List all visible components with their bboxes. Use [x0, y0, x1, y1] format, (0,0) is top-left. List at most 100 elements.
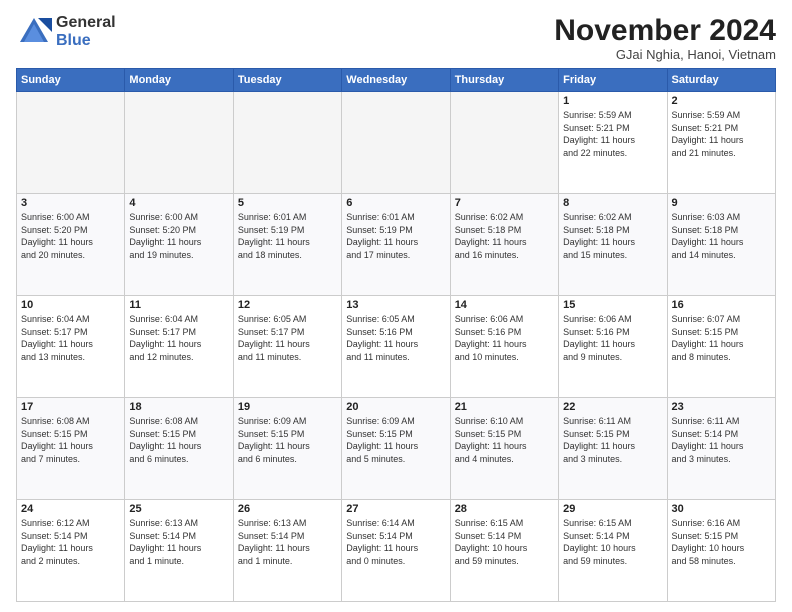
calendar-cell: [233, 92, 341, 194]
day-number: 14: [455, 299, 554, 311]
header-wednesday: Wednesday: [342, 69, 450, 92]
calendar-cell: 4 Sunrise: 6:00 AMSunset: 5:20 PMDaylight…: [125, 194, 233, 296]
calendar-header-row: Sunday Monday Tuesday Wednesday Thursday…: [17, 69, 776, 92]
logo-icon: [16, 14, 52, 50]
calendar-week-2: 3 Sunrise: 6:00 AMSunset: 5:20 PMDaylight…: [17, 194, 776, 296]
calendar-cell: 11 Sunrise: 6:04 AMSunset: 5:17 PMDayligh…: [125, 296, 233, 398]
day-number: 29: [563, 503, 662, 515]
calendar-cell: 23Sunrise: 6:11 AMSunset: 5:14 PMDayligh…: [667, 398, 775, 500]
day-info: Sunrise: 6:12 AMSunset: 5:14 PMDaylight:…: [21, 517, 120, 567]
header: General Blue November 2024 GJai Nghia, H…: [16, 14, 776, 62]
calendar-cell: 27 Sunrise: 6:14 AMSunset: 5:14 PMDayligh…: [342, 500, 450, 602]
calendar-cell: 17 Sunrise: 6:08 AMSunset: 5:15 PMDayligh…: [17, 398, 125, 500]
day-info: Sunrise: 6:05 AMSunset: 5:16 PMDaylight:…: [346, 313, 445, 363]
header-tuesday: Tuesday: [233, 69, 341, 92]
day-info: Sunrise: 6:04 AMSunset: 5:17 PMDaylight:…: [21, 313, 120, 363]
header-monday: Monday: [125, 69, 233, 92]
day-info: Sunrise: 6:07 AMSunset: 5:15 PMDaylight:…: [672, 313, 771, 363]
calendar-week-4: 17 Sunrise: 6:08 AMSunset: 5:15 PMDayligh…: [17, 398, 776, 500]
day-info: Sunrise: 6:08 AMSunset: 5:15 PMDaylight:…: [21, 415, 120, 465]
day-info: Sunrise: 6:00 AMSunset: 5:20 PMDaylight:…: [21, 211, 120, 261]
calendar-cell: 6 Sunrise: 6:01 AMSunset: 5:19 PMDaylight…: [342, 194, 450, 296]
day-number: 8: [563, 197, 662, 209]
calendar-cell: 12 Sunrise: 6:05 AMSunset: 5:17 PMDayligh…: [233, 296, 341, 398]
day-info: Sunrise: 6:06 AMSunset: 5:16 PMDaylight:…: [455, 313, 554, 363]
day-info: Sunrise: 6:03 AMSunset: 5:18 PMDaylight:…: [672, 211, 771, 261]
calendar-cell: 2 Sunrise: 5:59 AMSunset: 5:21 PMDaylight…: [667, 92, 775, 194]
day-info: Sunrise: 6:09 AMSunset: 5:15 PMDaylight:…: [346, 415, 445, 465]
day-number: 22: [563, 401, 662, 413]
day-number: 2: [672, 95, 771, 107]
day-info: Sunrise: 6:01 AMSunset: 5:19 PMDaylight:…: [346, 211, 445, 261]
day-number: 26: [238, 503, 337, 515]
day-info: Sunrise: 6:15 AMSunset: 5:14 PMDaylight:…: [455, 517, 554, 567]
day-number: 30: [672, 503, 771, 515]
calendar-cell: [125, 92, 233, 194]
calendar-cell: 5Sunrise: 6:01 AMSunset: 5:19 PMDaylight…: [233, 194, 341, 296]
day-info: Sunrise: 6:10 AMSunset: 5:15 PMDaylight:…: [455, 415, 554, 465]
calendar-week-5: 24Sunrise: 6:12 AMSunset: 5:14 PMDayligh…: [17, 500, 776, 602]
calendar-cell: 10Sunrise: 6:04 AMSunset: 5:17 PMDayligh…: [17, 296, 125, 398]
calendar-cell: 13 Sunrise: 6:05 AMSunset: 5:16 PMDayligh…: [342, 296, 450, 398]
logo-blue: Blue: [56, 32, 116, 50]
calendar-cell: [450, 92, 558, 194]
calendar-week-1: 1Sunrise: 5:59 AMSunset: 5:21 PMDaylight…: [17, 92, 776, 194]
calendar-cell: [17, 92, 125, 194]
logo-general: General: [56, 14, 116, 32]
calendar-cell: 14 Sunrise: 6:06 AMSunset: 5:16 PMDayligh…: [450, 296, 558, 398]
day-number: 21: [455, 401, 554, 413]
day-info: Sunrise: 6:04 AMSunset: 5:17 PMDaylight:…: [129, 313, 228, 363]
day-info: Sunrise: 6:02 AMSunset: 5:18 PMDaylight:…: [455, 211, 554, 261]
day-number: 6: [346, 197, 445, 209]
day-number: 5: [238, 197, 337, 209]
calendar-cell: 24Sunrise: 6:12 AMSunset: 5:14 PMDayligh…: [17, 500, 125, 602]
calendar-cell: 18Sunrise: 6:08 AMSunset: 5:15 PMDayligh…: [125, 398, 233, 500]
day-number: 17: [21, 401, 120, 413]
day-number: 11: [129, 299, 228, 311]
calendar-cell: 21 Sunrise: 6:10 AMSunset: 5:15 PMDayligh…: [450, 398, 558, 500]
page: General Blue November 2024 GJai Nghia, H…: [0, 0, 792, 612]
day-info: Sunrise: 6:14 AMSunset: 5:14 PMDaylight:…: [346, 517, 445, 567]
day-info: Sunrise: 5:59 AMSunset: 5:21 PMDaylight:…: [563, 109, 662, 159]
calendar-cell: 26Sunrise: 6:13 AMSunset: 5:14 PMDayligh…: [233, 500, 341, 602]
calendar-cell: 22Sunrise: 6:11 AMSunset: 5:15 PMDayligh…: [559, 398, 667, 500]
day-number: 13: [346, 299, 445, 311]
calendar-cell: 16Sunrise: 6:07 AMSunset: 5:15 PMDayligh…: [667, 296, 775, 398]
day-number: 7: [455, 197, 554, 209]
day-number: 28: [455, 503, 554, 515]
day-info: Sunrise: 6:13 AMSunset: 5:14 PMDaylight:…: [129, 517, 228, 567]
day-number: 12: [238, 299, 337, 311]
day-info: Sunrise: 5:59 AMSunset: 5:21 PMDaylight:…: [672, 109, 771, 159]
calendar-cell: 20Sunrise: 6:09 AMSunset: 5:15 PMDayligh…: [342, 398, 450, 500]
calendar-cell: 30 Sunrise: 6:16 AMSunset: 5:15 PMDayligh…: [667, 500, 775, 602]
day-info: Sunrise: 6:08 AMSunset: 5:15 PMDaylight:…: [129, 415, 228, 465]
header-sunday: Sunday: [17, 69, 125, 92]
day-number: 19: [238, 401, 337, 413]
calendar-table: Sunday Monday Tuesday Wednesday Thursday…: [16, 68, 776, 602]
subtitle: GJai Nghia, Hanoi, Vietnam: [554, 47, 776, 62]
calendar-cell: 15Sunrise: 6:06 AMSunset: 5:16 PMDayligh…: [559, 296, 667, 398]
calendar-cell: [342, 92, 450, 194]
day-info: Sunrise: 6:05 AMSunset: 5:17 PMDaylight:…: [238, 313, 337, 363]
day-number: 3: [21, 197, 120, 209]
day-number: 25: [129, 503, 228, 515]
day-info: Sunrise: 6:11 AMSunset: 5:14 PMDaylight:…: [672, 415, 771, 465]
title-block: November 2024 GJai Nghia, Hanoi, Vietnam: [554, 14, 776, 62]
day-info: Sunrise: 6:09 AMSunset: 5:15 PMDaylight:…: [238, 415, 337, 465]
logo: General Blue: [16, 14, 116, 50]
day-number: 4: [129, 197, 228, 209]
header-thursday: Thursday: [450, 69, 558, 92]
logo-text: General Blue: [56, 14, 116, 49]
calendar-cell: 1Sunrise: 5:59 AMSunset: 5:21 PMDaylight…: [559, 92, 667, 194]
header-saturday: Saturday: [667, 69, 775, 92]
calendar-week-3: 10Sunrise: 6:04 AMSunset: 5:17 PMDayligh…: [17, 296, 776, 398]
day-info: Sunrise: 6:06 AMSunset: 5:16 PMDaylight:…: [563, 313, 662, 363]
day-info: Sunrise: 6:16 AMSunset: 5:15 PMDaylight:…: [672, 517, 771, 567]
day-number: 9: [672, 197, 771, 209]
calendar-cell: 3 Sunrise: 6:00 AMSunset: 5:20 PMDaylight…: [17, 194, 125, 296]
calendar-cell: 8Sunrise: 6:02 AMSunset: 5:18 PMDaylight…: [559, 194, 667, 296]
main-title: November 2024: [554, 14, 776, 47]
day-number: 27: [346, 503, 445, 515]
day-info: Sunrise: 6:15 AMSunset: 5:14 PMDaylight:…: [563, 517, 662, 567]
day-info: Sunrise: 6:00 AMSunset: 5:20 PMDaylight:…: [129, 211, 228, 261]
